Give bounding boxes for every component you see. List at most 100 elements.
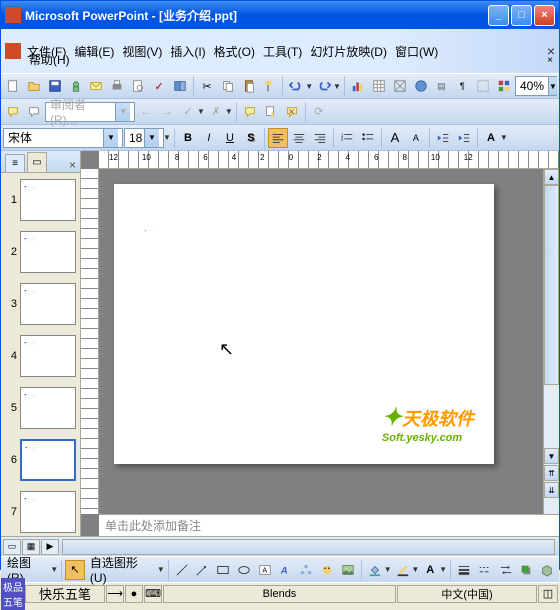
align-left-button[interactable] xyxy=(268,128,288,148)
sorter-view-button[interactable]: ▦ xyxy=(22,539,40,555)
ime-name[interactable]: 快乐五笔 xyxy=(25,585,105,603)
bold-button[interactable]: B xyxy=(178,128,198,148)
increase-indent-button[interactable] xyxy=(454,128,474,148)
italic-button[interactable]: I xyxy=(199,128,219,148)
notes-pane[interactable]: 单击此处添加备注 xyxy=(99,514,559,536)
thumbnail-item[interactable]: 3 xyxy=(3,281,78,327)
markup-button[interactable] xyxy=(24,102,44,122)
zoom-combo[interactable]: 40% ▼ xyxy=(515,76,557,96)
new-button[interactable] xyxy=(3,76,23,96)
prev-slide-button[interactable]: ⇈ xyxy=(544,465,559,481)
minimize-button[interactable]: _ xyxy=(488,5,509,26)
slideshow-view-button[interactable]: ▶ xyxy=(41,539,59,555)
font-size-combo[interactable]: 18 ▼ xyxy=(124,128,164,148)
ime-mode-2[interactable]: ● xyxy=(125,585,143,603)
show-markup-button[interactable] xyxy=(3,102,23,122)
menu-view[interactable]: 视图(V) xyxy=(122,43,162,60)
maximize-button[interactable]: □ xyxy=(511,5,532,26)
color-button[interactable] xyxy=(494,76,514,96)
delete-comment-button[interactable] xyxy=(282,102,302,122)
watermark: ✦天极软件 Soft.yesky.com xyxy=(382,403,474,444)
align-right-button[interactable] xyxy=(310,128,330,148)
menu-insert[interactable]: 插入(I) xyxy=(170,43,205,60)
paste-button[interactable] xyxy=(239,76,259,96)
font-size-dropdown[interactable]: ▼ xyxy=(163,133,171,142)
accept-dropdown[interactable]: ▼ xyxy=(197,107,205,116)
undo-dropdown[interactable]: ▼ xyxy=(305,82,313,91)
slide[interactable]: ↖ ✦天极软件 Soft.yesky.com xyxy=(114,184,494,464)
thumbnail-item[interactable]: 4 xyxy=(3,333,78,379)
format-painter-button[interactable] xyxy=(260,76,280,96)
outline-tab[interactable]: ≡ xyxy=(5,154,25,172)
thumbnail-item[interactable]: 5 xyxy=(3,385,78,431)
reject-dropdown[interactable]: ▼ xyxy=(225,107,233,116)
reviewer-combo[interactable]: 审阅者(R)... ▼ xyxy=(45,102,135,122)
menu-slideshow[interactable]: 幻灯片放映(D) xyxy=(310,43,387,60)
menu-help[interactable]: 帮助(H) xyxy=(29,53,70,67)
thumbnail-list[interactable]: 12345678 xyxy=(1,173,80,536)
thumbnail-item[interactable]: 6 xyxy=(3,437,78,483)
decrease-indent-button[interactable] xyxy=(433,128,453,148)
insert-hyperlink-button[interactable] xyxy=(411,76,431,96)
thumbnail-item[interactable]: 1 xyxy=(3,177,78,223)
ime-mode-3[interactable]: ⌨ xyxy=(144,585,162,603)
edit-comment-button[interactable] xyxy=(261,102,281,122)
numbering-button[interactable]: 12 xyxy=(337,128,357,148)
normal-view-button[interactable]: ▭ xyxy=(3,539,21,555)
cut-button[interactable]: ✂ xyxy=(197,76,217,96)
menu-format[interactable]: 格式(O) xyxy=(214,43,255,60)
end-review-button[interactable]: ⟳ xyxy=(309,102,329,122)
insert-comment-button[interactable] xyxy=(240,102,260,122)
ime-mode-1[interactable]: ⟶ xyxy=(106,585,124,603)
permission-button[interactable] xyxy=(66,76,86,96)
slides-tab[interactable]: ▭ xyxy=(27,152,47,172)
slide-canvas[interactable]: ↖ ✦天极软件 Soft.yesky.com xyxy=(99,169,543,514)
redo-button[interactable] xyxy=(314,76,334,96)
save-button[interactable] xyxy=(45,76,65,96)
show-grid-button[interactable] xyxy=(473,76,493,96)
thumbnail-item[interactable]: 2 xyxy=(3,229,78,275)
thumbnail-item[interactable]: 7 xyxy=(3,489,78,535)
expand-button[interactable]: ▤ xyxy=(431,76,451,96)
close-button[interactable]: × xyxy=(534,5,555,26)
font-color-button[interactable]: A xyxy=(481,128,501,148)
font-combo[interactable]: 宋体 ▼ xyxy=(3,128,123,148)
underline-button[interactable]: U xyxy=(220,128,240,148)
insert-chart-button[interactable] xyxy=(348,76,368,96)
next-slide-button[interactable]: ⇊ xyxy=(544,482,559,498)
shadow-button[interactable]: S xyxy=(241,128,261,148)
undo-button[interactable] xyxy=(286,76,306,96)
next-change-button[interactable]: → xyxy=(157,102,177,122)
scroll-down-button[interactable]: ▼ xyxy=(544,448,559,464)
print-button[interactable] xyxy=(107,76,127,96)
horizontal-scrollbar[interactable] xyxy=(62,539,555,555)
vertical-scrollbar[interactable]: ▲ ▼ ⇈ ⇊ xyxy=(543,169,559,514)
font-color-dropdown[interactable]: ▼ xyxy=(500,133,508,142)
email-button[interactable] xyxy=(87,76,107,96)
thumbnail-close-button[interactable]: × xyxy=(69,158,76,172)
decrease-font-button[interactable]: A xyxy=(406,128,426,148)
menu-window[interactable]: 窗口(W) xyxy=(395,43,438,60)
bullets-button[interactable] xyxy=(358,128,378,148)
increase-font-button[interactable]: A xyxy=(385,128,405,148)
tables-borders-button[interactable] xyxy=(390,76,410,96)
open-button[interactable] xyxy=(24,76,44,96)
status-icon[interactable]: ◫ xyxy=(538,585,558,603)
align-center-button[interactable] xyxy=(289,128,309,148)
ime-indicator[interactable]: 极品五笔 xyxy=(1,578,25,610)
insert-table-button[interactable] xyxy=(369,76,389,96)
show-formatting-button[interactable]: ¶ xyxy=(452,76,472,96)
menu-tools[interactable]: 工具(T) xyxy=(263,43,302,60)
research-button[interactable] xyxy=(170,76,190,96)
preview-button[interactable] xyxy=(128,76,148,96)
copy-button[interactable] xyxy=(218,76,238,96)
redo-dropdown[interactable]: ▼ xyxy=(333,82,341,91)
scroll-up-button[interactable]: ▲ xyxy=(544,169,559,185)
accept-button[interactable]: ✓ xyxy=(178,102,198,122)
scroll-thumb[interactable] xyxy=(544,185,559,385)
reject-button[interactable]: ✗ xyxy=(206,102,226,122)
menu-overflow-button[interactable]: × xyxy=(547,55,553,66)
spelling-button[interactable]: ✓ xyxy=(149,76,169,96)
prev-change-button[interactable]: ← xyxy=(136,102,156,122)
menu-edit[interactable]: 编辑(E) xyxy=(74,43,114,60)
